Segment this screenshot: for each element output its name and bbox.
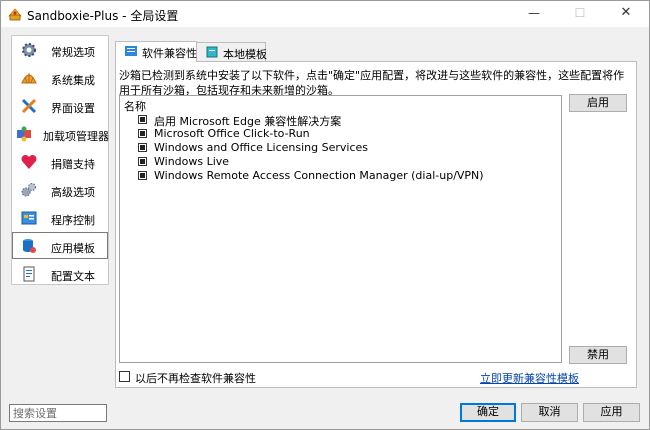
item-checkbox[interactable] (138, 171, 147, 180)
apply-button[interactable]: 应用 (583, 403, 640, 422)
sidebar-item-donate[interactable]: 捐赠支持 (12, 148, 108, 175)
tab-local-templates[interactable]: 本地模板 (196, 42, 267, 61)
settings-sidebar: 常规选项 系统集成 界面设置 加载项管理器 捐赠支持 高级选项 程序控制 应用模… (11, 35, 109, 285)
sidebar-item-templates[interactable]: 应用模板 (12, 232, 108, 259)
ok-button[interactable]: 确定 (460, 403, 516, 422)
program-icon (21, 211, 37, 225)
list-icon (125, 46, 137, 56)
enable-button[interactable]: 启用 (569, 94, 627, 112)
item-checkbox[interactable] (138, 129, 147, 138)
sidebar-item-shell-integration[interactable]: 系统集成 (12, 64, 108, 91)
shell-icon (21, 73, 37, 84)
disable-button[interactable]: 禁用 (569, 346, 627, 364)
tools-icon (21, 98, 37, 114)
compat-list: 名称 启用 Microsoft Edge 兼容性解决方案 Microsoft O… (119, 95, 562, 363)
sidebar-item-program-control[interactable]: 程序控制 (12, 204, 108, 231)
document-icon (23, 266, 35, 282)
heart-icon (21, 154, 37, 169)
cancel-button[interactable]: 取消 (521, 403, 578, 422)
puzzle-icon (17, 126, 31, 142)
sidebar-item-config-text[interactable]: 配置文本 (12, 260, 108, 287)
column-header-name: 名称 (124, 100, 146, 113)
settings-window: Sandboxie-Plus - 全局设置 — ☐ ✕ 常规选项 系统集成 界面… (0, 0, 650, 430)
update-templates-link[interactable]: 立即更新兼容性模板 (480, 370, 579, 386)
sidebar-item-interface[interactable]: 界面设置 (12, 92, 108, 119)
compat-description: 沙箱已检测到系统中安装了以下软件，点击"确定"应用配置，将改进与这些软件的兼容性… (119, 69, 625, 97)
gears-icon (21, 183, 36, 197)
maximize-button[interactable]: ☐ (557, 1, 603, 27)
item-checkbox[interactable] (138, 115, 147, 124)
search-settings-input[interactable] (9, 404, 107, 422)
sandboxie-logo-icon (8, 8, 22, 21)
window-title: Sandboxie-Plus - 全局设置 (27, 9, 179, 23)
tab-software-compat[interactable]: 软件兼容性 (115, 41, 197, 62)
sidebar-item-addons[interactable]: 加载项管理器 (12, 120, 109, 147)
gear-icon (22, 43, 36, 57)
template-icon (206, 46, 218, 58)
title-bar: Sandboxie-Plus - 全局设置 — ☐ ✕ (1, 1, 649, 27)
item-checkbox[interactable] (138, 157, 147, 166)
close-button[interactable]: ✕ (603, 1, 649, 27)
no-check-checkbox[interactable] (119, 371, 130, 382)
minimize-button[interactable]: — (511, 1, 557, 27)
item-checkbox[interactable] (138, 143, 147, 152)
no-check-label: 以后不再检查软件兼容性 (135, 372, 256, 385)
sidebar-item-general[interactable]: 常规选项 (12, 36, 108, 63)
database-icon (23, 239, 36, 253)
sidebar-item-advanced[interactable]: 高级选项 (12, 176, 108, 203)
